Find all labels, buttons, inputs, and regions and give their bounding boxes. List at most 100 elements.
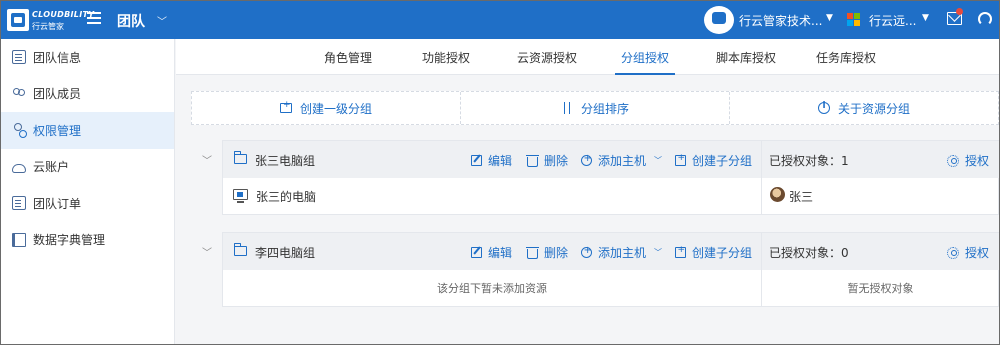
group-name: 李四电脑组 xyxy=(255,246,316,260)
microsoft-icon xyxy=(847,13,860,26)
tab-script-auth[interactable]: 脚本库授权 xyxy=(716,39,776,75)
collapse-chevron-icon[interactable]: ﹀ xyxy=(202,152,212,167)
plus-circle-icon xyxy=(581,245,592,258)
add-host-label: 添加主机 xyxy=(598,246,647,260)
edit-icon xyxy=(471,155,482,166)
menu-icon[interactable] xyxy=(87,12,101,24)
delete-button[interactable]: 删除 xyxy=(526,244,569,261)
headset-icon[interactable] xyxy=(978,12,992,26)
chevron-down-icon: ﹀ xyxy=(654,156,663,165)
sidebar-item-data-dictionary[interactable]: 数据字典管理 xyxy=(1,222,174,259)
sidebar-item-cloud-accounts[interactable]: 云账户 xyxy=(1,149,174,186)
resource-name[interactable]: 张三的电脑 xyxy=(256,188,316,205)
sidebar: 团队信息 团队成员 权限管理 云账户 团队订单 数据字典管理 xyxy=(1,39,175,344)
top-bar: CLOUDBILITY 行云管家 团队 ﹀ 行云管家技术... ▼ 行云远...… xyxy=(1,1,999,39)
sidebar-item-label: 团队信息 xyxy=(33,50,82,65)
logo-icon xyxy=(7,9,29,31)
delete-button[interactable]: 删除 xyxy=(526,152,569,169)
sort-icon xyxy=(561,102,573,114)
create-group-button[interactable]: 创建一级分组 xyxy=(192,92,461,124)
app-window: CLOUDBILITY 行云管家 团队 ﹀ 行云管家技术... ▼ 行云远...… xyxy=(0,0,1000,345)
create-subgroup-button[interactable]: 创建子分组 xyxy=(675,152,752,169)
sidebar-item-permissions[interactable]: 权限管理 xyxy=(1,112,174,149)
group-body: 该分组下暂未添加资源 暂无授权对象 xyxy=(223,270,999,307)
sort-groups-label: 分组排序 xyxy=(580,101,629,116)
group-action-bar: 创建一级分组 分组排序 关于资源分组 xyxy=(191,91,999,125)
delete-label: 删除 xyxy=(544,154,569,168)
divider xyxy=(761,141,762,215)
sidebar-item-team-orders[interactable]: 团队订单 xyxy=(1,185,174,222)
sidebar-item-team-members[interactable]: 团队成员 xyxy=(1,76,174,113)
book-icon xyxy=(12,232,26,247)
folder-plus-icon xyxy=(675,245,686,258)
org-avatar[interactable] xyxy=(704,6,734,34)
brand-sub: 行云管家 xyxy=(32,22,64,31)
notification-dot xyxy=(956,8,963,15)
gear-icon xyxy=(947,154,959,167)
chevron-down-icon: ﹀ xyxy=(654,248,663,257)
caret-down-icon[interactable]: ▼ xyxy=(826,13,833,23)
create-subgroup-button[interactable]: 创建子分组 xyxy=(675,244,752,261)
authorize-button[interactable]: 授权 xyxy=(947,244,989,261)
gear-icon xyxy=(947,246,959,259)
trash-icon xyxy=(526,246,539,259)
edit-icon xyxy=(471,247,482,258)
cloud-icon xyxy=(12,163,26,173)
edit-button[interactable]: 编辑 xyxy=(471,152,512,169)
org-name[interactable]: 行云管家技术... xyxy=(739,12,822,29)
permission-icon xyxy=(12,123,27,139)
authorize-button[interactable]: 授权 xyxy=(947,152,989,169)
edit-button[interactable]: 编辑 xyxy=(471,244,512,261)
sort-groups-button[interactable]: 分组排序 xyxy=(461,92,730,124)
divider xyxy=(761,233,762,307)
edit-label: 编辑 xyxy=(488,246,513,260)
authorized-count: 已授权对象：1 xyxy=(769,154,849,168)
authorize-label: 授权 xyxy=(965,154,990,168)
add-host-button[interactable]: 添加主机 ﹀ xyxy=(581,244,662,261)
tab-role-management[interactable]: 角色管理 xyxy=(324,39,372,75)
doc-icon xyxy=(12,50,26,65)
create-subgroup-label: 创建子分组 xyxy=(692,154,753,168)
about-groups-label: 关于资源分组 xyxy=(837,101,910,116)
delete-label: 删除 xyxy=(544,246,569,260)
create-group-label: 创建一级分组 xyxy=(299,101,372,116)
avatar xyxy=(770,187,785,202)
brand-name: CLOUDBILITY xyxy=(32,10,95,19)
create-subgroup-label: 创建子分组 xyxy=(692,246,753,260)
tab-group-auth[interactable]: 分组授权 xyxy=(614,39,676,75)
sidebar-item-team-info[interactable]: 团队信息 xyxy=(1,39,174,76)
tab-feature-auth[interactable]: 功能授权 xyxy=(422,39,470,75)
sidebar-item-label: 权限管理 xyxy=(33,123,82,138)
collapse-chevron-icon[interactable]: ﹀ xyxy=(202,244,212,259)
sidebar-item-label: 数据字典管理 xyxy=(33,233,106,248)
add-host-button[interactable]: 添加主机 ﹀ xyxy=(581,152,662,169)
sidebar-item-label: 团队成员 xyxy=(33,87,82,102)
group-card: 张三电脑组 编辑 删除 添加主机 ﹀ 创建子分组 已授权对象：1 授权 张三的电脑… xyxy=(222,140,999,215)
edit-label: 编辑 xyxy=(488,154,513,168)
sidebar-item-label: 团队订单 xyxy=(33,196,82,211)
account-name[interactable]: 行云远... xyxy=(869,12,916,29)
order-icon xyxy=(12,196,26,211)
group-body: 张三的电脑 张三 xyxy=(223,178,999,215)
chevron-down-icon[interactable]: ﹀ xyxy=(157,13,167,28)
authorized-user-name: 张三 xyxy=(789,190,814,204)
authorize-label: 授权 xyxy=(965,246,990,260)
info-icon xyxy=(817,101,830,114)
group-header: 张三电脑组 编辑 删除 添加主机 ﹀ 创建子分组 已授权对象：1 授权 xyxy=(223,141,999,178)
tab-bar: 角色管理 功能授权 云资源授权 分组授权 脚本库授权 任务库授权 xyxy=(176,39,999,75)
users-icon xyxy=(12,87,26,101)
windows-pc-icon xyxy=(233,189,248,203)
tab-cloud-resource-auth[interactable]: 云资源授权 xyxy=(517,39,577,75)
authorized-count: 已授权对象：0 xyxy=(769,246,849,260)
about-groups-button[interactable]: 关于资源分组 xyxy=(730,92,998,124)
sidebar-item-label: 云账户 xyxy=(33,160,70,175)
brand-logo[interactable]: CLOUDBILITY 行云管家 xyxy=(7,6,94,34)
empty-auth-text: 暂无授权对象 xyxy=(847,282,914,295)
tab-task-auth[interactable]: 任务库授权 xyxy=(816,39,876,75)
caret-down-icon[interactable]: ▼ xyxy=(922,13,929,23)
trash-icon xyxy=(526,154,539,167)
folder-plus-icon xyxy=(675,153,686,166)
page-title: 团队 xyxy=(117,14,145,30)
group-card: 李四电脑组 编辑 删除 添加主机 ﹀ 创建子分组 已授权对象：0 授权 该分组下暂… xyxy=(222,232,999,307)
folder-icon xyxy=(234,243,247,256)
